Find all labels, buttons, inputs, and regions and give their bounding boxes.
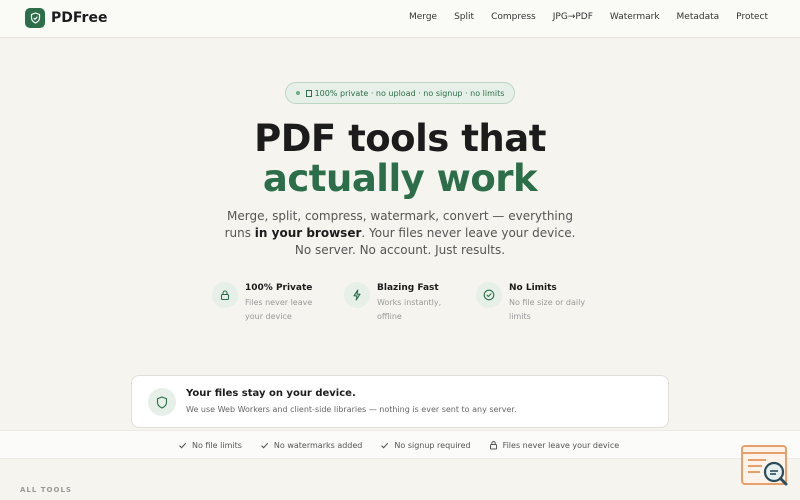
main-nav: Merge Split Compress JPG→PDF Watermark M… [409, 12, 768, 22]
brand-logo[interactable]: PDFree [25, 8, 107, 28]
nav-link-compress[interactable]: Compress [491, 12, 536, 22]
nav-link-metadata[interactable]: Metadata [677, 12, 720, 22]
feature-title: 100% Private [245, 283, 313, 293]
lock-icon [212, 282, 238, 308]
hero-subtitle-line3: No server. No account. Just results. [294, 243, 506, 257]
subtitle-pre: runs [224, 226, 255, 240]
hero-subtitle-line1: Merge, split, compress, watermark, conve… [227, 209, 573, 223]
feature-desc: No file size or daily limits [509, 298, 586, 321]
trust-strip: No file limits No watermarks added No si… [0, 430, 800, 459]
nav-link-split[interactable]: Split [454, 12, 474, 22]
feature-no-limits: No Limits No file size or daily limits [476, 282, 601, 327]
nav-link-jpg-to-pdf[interactable]: JPG→PDF [553, 12, 593, 22]
nav-link-protect[interactable]: Protect [736, 12, 768, 22]
check-circle-icon [476, 282, 502, 308]
feature-private: 100% Private Files never leave your devi… [212, 282, 337, 327]
hero-title-line1: PDF tools that [254, 117, 546, 160]
floating-search-widget[interactable] [740, 444, 792, 490]
feature-title: No Limits [509, 283, 557, 293]
trust-item: Files never leave your device [489, 440, 620, 450]
lightning-icon [344, 282, 370, 308]
subtitle-emphasis: in your browser [254, 226, 362, 240]
check-icon [381, 442, 389, 448]
feature-fast: Blazing Fast Works instantly, offline [344, 282, 469, 327]
hero-title-line2: actually work [262, 157, 538, 200]
privacy-card: Your files stay on your device. We use W… [131, 375, 669, 428]
check-icon [261, 442, 269, 448]
trust-item-label: Files never leave your device [502, 440, 620, 450]
lock-glyph-icon [305, 89, 312, 97]
document-search-icon [741, 445, 788, 486]
feature-desc: Works instantly, offline [377, 298, 442, 321]
trust-item-label: No watermarks added [273, 440, 363, 450]
privacy-card-desc: We use Web Workers and client-side libra… [186, 405, 517, 414]
privacy-card-title: Your files stay on your device. [186, 388, 356, 399]
nav-link-merge[interactable]: Merge [409, 12, 437, 22]
check-icon [179, 442, 187, 448]
shield-logo-icon [25, 8, 45, 28]
feature-desc: Files never leave your device [245, 298, 313, 321]
top-nav-bar: PDFree Merge Split Compress JPG→PDF Wate… [0, 0, 800, 38]
trust-item: No watermarks added [260, 440, 362, 450]
feature-title: Blazing Fast [377, 283, 439, 293]
section-label-all-tools: ALL TOOLS [20, 486, 72, 494]
privacy-badge: 100% private · no upload · no signup · n… [285, 82, 515, 104]
privacy-badge-text: 100% private · no upload · no signup · n… [314, 88, 505, 98]
hero-subtitle-line2: runs in your browser. Your files never l… [0, 225, 800, 242]
trust-item-label: No signup required [394, 440, 471, 450]
shield-icon [148, 388, 176, 416]
brand-name: PDFree [51, 10, 108, 26]
lock-icon [489, 441, 497, 450]
subtitle-post: . Your files never leave your device. [361, 226, 576, 240]
trust-item: No signup required [380, 440, 471, 450]
status-dot-icon [295, 91, 300, 95]
trust-item-label: No file limits [192, 440, 242, 450]
trust-item: No file limits [178, 440, 242, 450]
nav-link-watermark[interactable]: Watermark [610, 12, 660, 22]
